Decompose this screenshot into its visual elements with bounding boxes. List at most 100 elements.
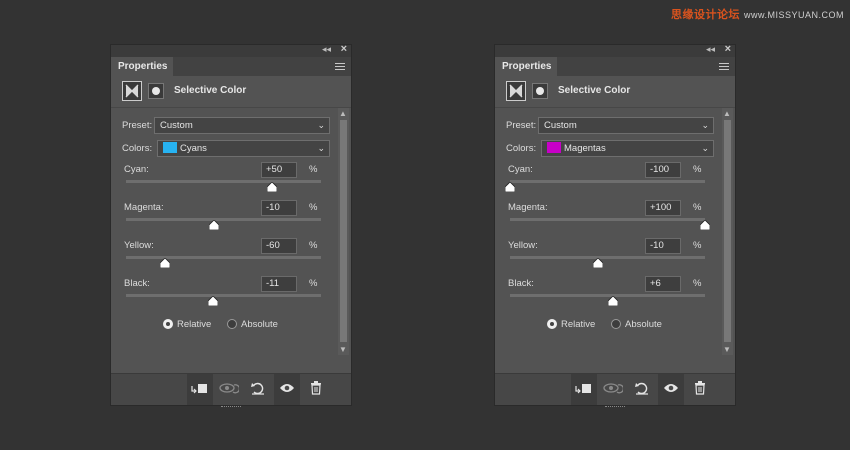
adjustment-header: Selective Color — [111, 76, 351, 108]
watermark-site: www.MISSYUAN.COM — [743, 10, 844, 20]
scrollbar-thumb[interactable] — [724, 120, 731, 342]
panel-titlebar: ◂◂ × — [495, 43, 735, 57]
scroll-up-icon[interactable]: ▲ — [723, 109, 731, 118]
absolute-label: Absolute — [241, 319, 278, 330]
slider-label: Yellow: — [508, 240, 538, 251]
chevron-down-icon: ⌄ — [317, 143, 325, 153]
resize-grip[interactable] — [605, 406, 625, 409]
eye-icon[interactable] — [274, 374, 300, 405]
slider-track[interactable] — [510, 218, 705, 221]
absolute-label: Absolute — [625, 319, 662, 330]
slider-track[interactable] — [510, 256, 705, 259]
double-chevron-left-icon[interactable]: ◂◂ — [322, 44, 331, 55]
slider-thumb[interactable] — [592, 258, 603, 268]
view-previous-state-icon[interactable] — [216, 374, 242, 405]
reset-icon[interactable] — [629, 374, 655, 405]
adjustment-layer-icon[interactable] — [122, 81, 142, 101]
close-icon[interactable]: × — [725, 43, 731, 55]
colors-label: Colors: — [506, 143, 537, 154]
panel-tabrow: Properties — [495, 57, 735, 76]
scroll-down-icon[interactable]: ▼ — [723, 345, 731, 354]
tab-properties[interactable]: Properties — [111, 57, 173, 76]
value-field[interactable]: -11 — [261, 276, 297, 292]
clip-to-layer-icon[interactable] — [187, 374, 213, 405]
chevron-down-icon: ⌄ — [701, 120, 709, 130]
chevron-down-icon: ⌄ — [701, 143, 709, 153]
color-swatch — [163, 142, 177, 153]
value-field[interactable]: -10 — [645, 238, 681, 254]
clip-to-layer-icon[interactable] — [571, 374, 597, 405]
slider-track[interactable] — [126, 218, 321, 221]
slider-thumb[interactable] — [208, 220, 219, 230]
scrollbar-thumb[interactable] — [340, 120, 347, 342]
preset-select[interactable]: Custom ⌄ — [154, 117, 330, 134]
value-field[interactable]: +50 — [261, 162, 297, 178]
preset-label: Preset: — [506, 120, 537, 131]
slider-label: Magenta: — [124, 202, 164, 213]
relative-label: Relative — [177, 319, 212, 330]
view-previous-state-icon[interactable] — [600, 374, 626, 405]
trash-icon[interactable] — [303, 374, 329, 405]
absolute-radio[interactable] — [227, 319, 237, 329]
value-field[interactable]: +100 — [645, 200, 681, 216]
colors-select[interactable]: Cyans ⌄ — [157, 140, 330, 157]
percent-sign: % — [309, 164, 318, 175]
panel-footer — [111, 373, 351, 407]
double-chevron-left-icon[interactable]: ◂◂ — [706, 44, 715, 55]
slider-label: Magenta: — [508, 202, 548, 213]
percent-sign: % — [693, 164, 702, 175]
properties-panel-left: ◂◂ × Properties Selective Color Preset: … — [110, 43, 352, 407]
panel-titlebar: ◂◂ × — [111, 43, 351, 57]
scroll-up-icon[interactable]: ▲ — [339, 109, 347, 118]
relative-radio[interactable] — [163, 319, 173, 329]
percent-sign: % — [309, 278, 318, 289]
slider-thumb[interactable] — [267, 182, 278, 192]
panel-tabrow: Properties — [111, 57, 351, 76]
reset-icon[interactable] — [245, 374, 271, 405]
adjustment-layer-icon[interactable] — [506, 81, 526, 101]
colors-select[interactable]: Magentas ⌄ — [541, 140, 714, 157]
percent-sign: % — [309, 202, 318, 213]
panel-menu-icon[interactable] — [719, 63, 729, 72]
slider-thumb[interactable] — [608, 296, 619, 306]
percent-sign: % — [693, 240, 702, 251]
slider-thumb[interactable] — [700, 220, 710, 230]
slider-track[interactable] — [510, 180, 705, 183]
eye-icon[interactable] — [658, 374, 684, 405]
relative-radio[interactable] — [547, 319, 557, 329]
colors-value: Cyans — [180, 143, 207, 154]
close-icon[interactable]: × — [341, 43, 347, 55]
slider-thumb[interactable] — [207, 296, 218, 306]
value-field[interactable]: -60 — [261, 238, 297, 254]
tab-properties[interactable]: Properties — [495, 57, 557, 76]
scroll-down-icon[interactable]: ▼ — [339, 345, 347, 354]
slider-track[interactable] — [126, 256, 321, 259]
trash-icon[interactable] — [687, 374, 713, 405]
relative-label: Relative — [561, 319, 596, 330]
slider-thumb[interactable] — [160, 258, 170, 268]
absolute-radio[interactable] — [611, 319, 621, 329]
scrollbar[interactable]: ▲ ▼ — [722, 108, 733, 355]
slider-track[interactable] — [126, 180, 321, 183]
slider-track[interactable] — [126, 294, 321, 297]
watermark-text: 思缘设计论坛 — [670, 9, 740, 21]
layer-mask-icon[interactable] — [532, 83, 548, 99]
layer-mask-icon[interactable] — [148, 83, 164, 99]
value-field[interactable]: -10 — [261, 200, 297, 216]
scrollbar[interactable]: ▲ ▼ — [338, 108, 349, 355]
resize-grip[interactable] — [221, 406, 241, 409]
panel-content: Preset: Custom ⌄ Colors: Cyans ⌄ Cyan: +… — [111, 108, 351, 355]
slider-thumb[interactable] — [505, 182, 515, 192]
value-field[interactable]: -100 — [645, 162, 681, 178]
panel-menu-icon[interactable] — [335, 63, 345, 72]
percent-sign: % — [693, 202, 702, 213]
slider-label: Yellow: — [124, 240, 154, 251]
colors-value: Magentas — [564, 143, 606, 154]
preset-value: Custom — [160, 120, 193, 131]
preset-value: Custom — [544, 120, 577, 131]
watermark: 思缘设计论坛 www.MISSYUAN.COM — [671, 6, 844, 22]
panel-footer — [495, 373, 735, 407]
value-field[interactable]: +6 — [645, 276, 681, 292]
preset-select[interactable]: Custom ⌄ — [538, 117, 714, 134]
slider-label: Cyan: — [124, 164, 149, 175]
